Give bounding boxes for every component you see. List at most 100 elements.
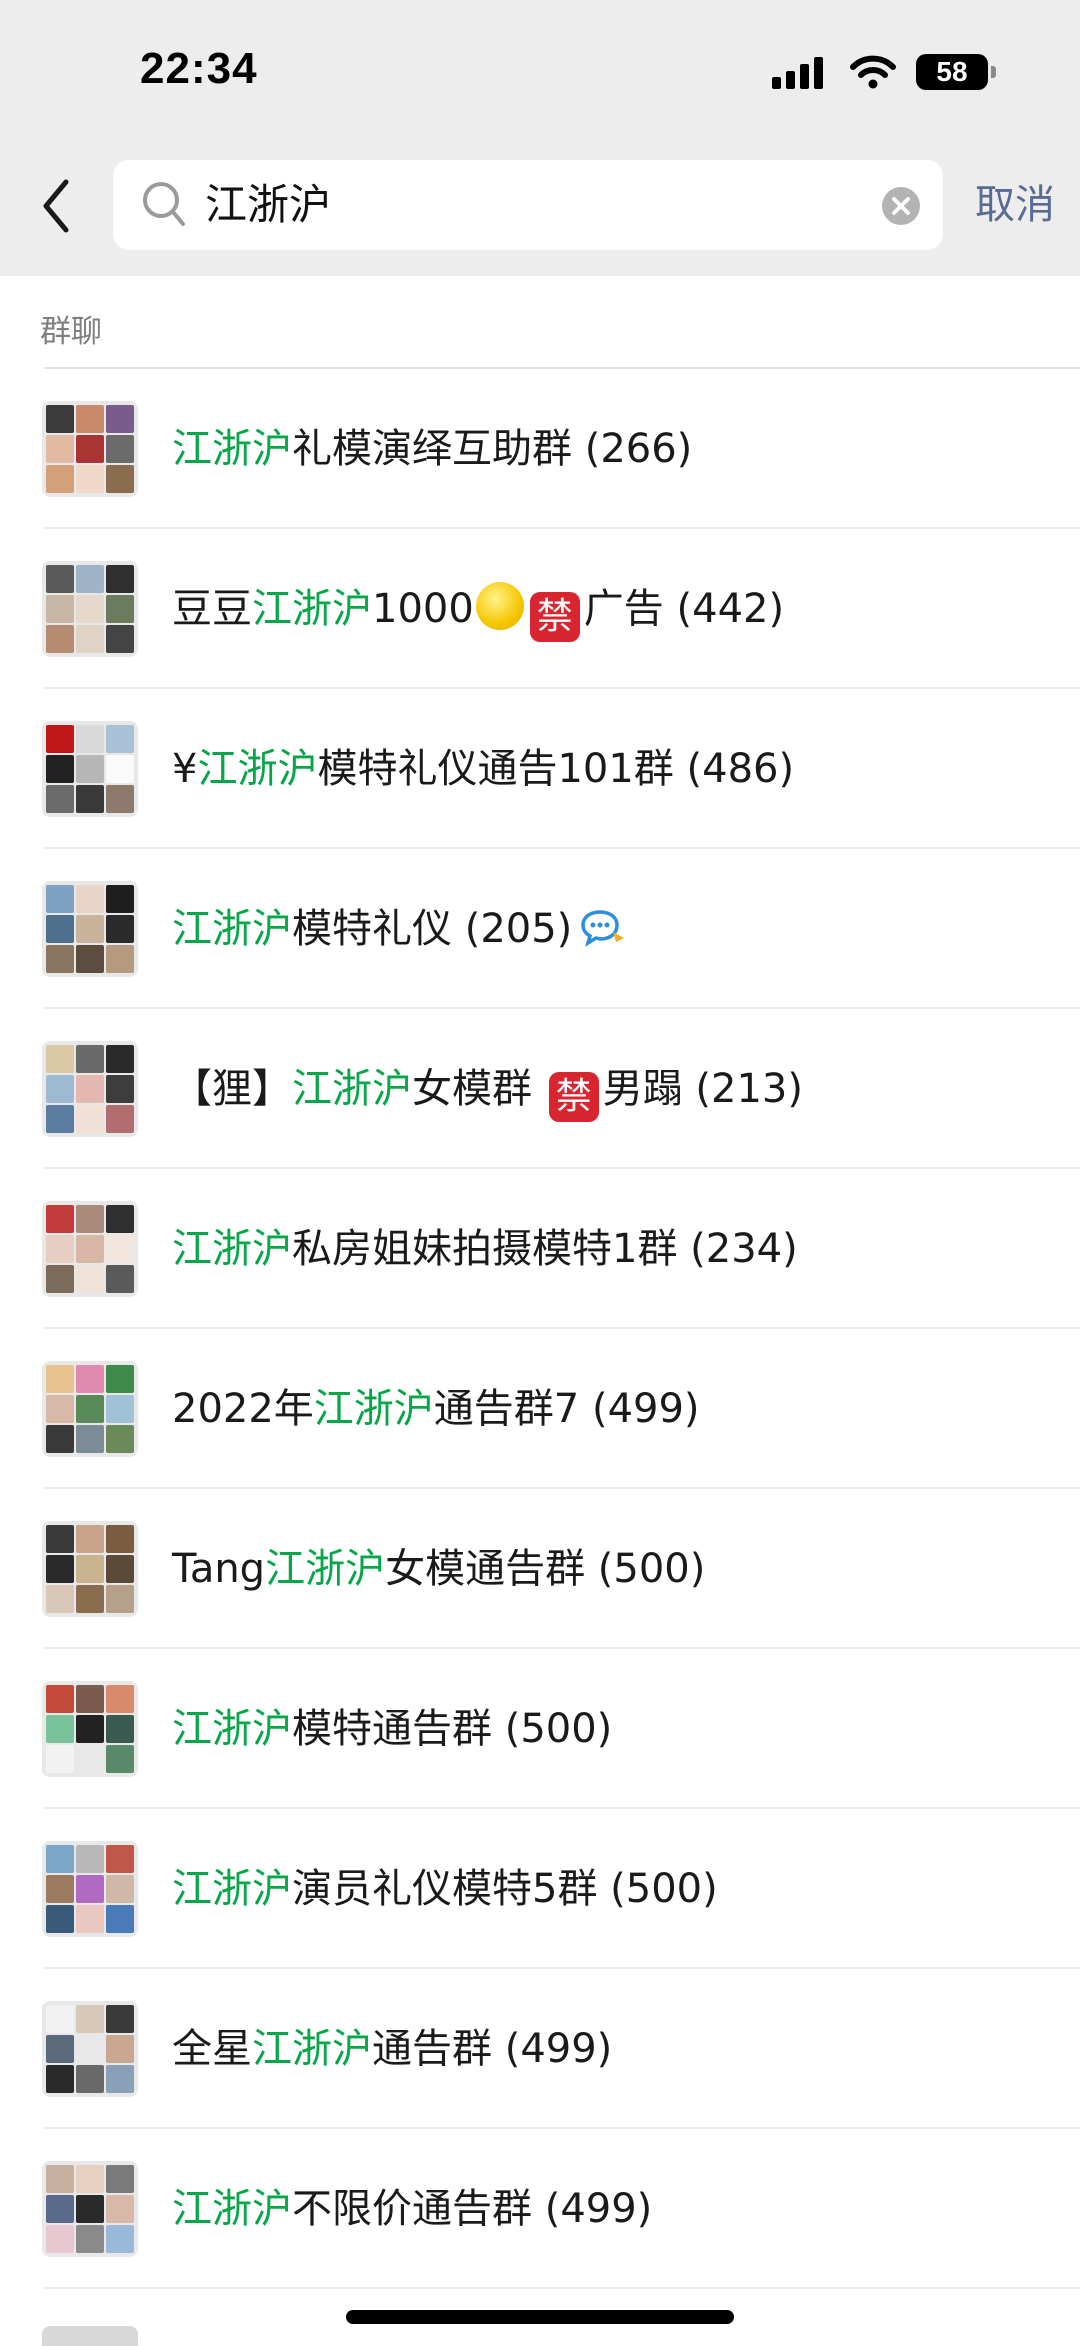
member-avatar-thumb — [46, 725, 74, 753]
member-avatar-thumb — [46, 1585, 74, 1613]
member-avatar-thumb — [46, 2225, 74, 2253]
group-chat-result-item[interactable]: 江浙沪不限价通告群 (499) — [0, 2129, 1080, 2289]
member-avatar-thumb — [76, 1745, 104, 1773]
member-avatar-thumb — [46, 2165, 74, 2193]
member-avatar-thumb — [76, 565, 104, 593]
title-text: 广告 (442) — [583, 586, 785, 632]
group-avatar — [42, 1361, 138, 1457]
status-icons: 58 — [772, 52, 996, 92]
member-avatar-thumb — [76, 625, 104, 653]
search-icon — [143, 182, 185, 226]
group-chat-result-item[interactable]: 江浙沪私房姐妹拍摄模特1群 (234) — [0, 1169, 1080, 1329]
member-avatar-thumb — [106, 595, 134, 623]
group-chat-result-item[interactable]: Tang江浙沪女模通告群 (500) — [0, 1489, 1080, 1649]
group-chat-title: 全星江浙沪通告群 (499) — [172, 2019, 612, 2079]
group-avatar — [42, 1841, 138, 1937]
sun-emoji-icon — [475, 582, 524, 630]
group-chat-result-item[interactable]: 江浙沪模特礼仪 (205) — [0, 849, 1080, 1009]
member-avatar-thumb — [106, 2195, 134, 2223]
search-match-highlight: 江浙沪 — [172, 2186, 292, 2232]
member-avatar-thumb — [106, 565, 134, 593]
group-avatar — [42, 1041, 138, 1137]
member-avatar-thumb — [106, 1045, 134, 1073]
member-avatar-thumb — [46, 2195, 74, 2223]
group-chat-result-item[interactable]: ¥江浙沪模特礼仪通告101群 (486) — [0, 689, 1080, 849]
title-text: 模特礼仪通告101群 (486) — [317, 746, 795, 792]
clear-search-icon[interactable] — [881, 186, 921, 226]
group-chat-result-item[interactable]: 豆豆江浙沪1000 禁广告 (442) — [0, 529, 1080, 689]
group-avatar — [42, 1201, 138, 1297]
status-time: 22:34 — [140, 44, 258, 93]
member-avatar-thumb — [76, 2195, 104, 2223]
title-text: 通告群7 (499) — [433, 1386, 700, 1432]
member-avatar-thumb — [106, 1105, 134, 1133]
section-header-group-chats: 群聊 — [40, 314, 102, 350]
home-indicator[interactable] — [346, 2310, 734, 2324]
search-match-highlight: 江浙沪 — [313, 1386, 434, 1432]
member-avatar-thumb — [106, 1845, 134, 1873]
member-avatar-thumb — [76, 1235, 104, 1263]
title-text: ¥ — [172, 746, 198, 792]
member-avatar-thumb — [46, 1425, 74, 1453]
member-avatar-thumb — [76, 755, 104, 783]
member-avatar-thumb — [46, 1845, 74, 1873]
member-avatar-thumb — [76, 1205, 104, 1233]
member-avatar-thumb — [106, 1585, 134, 1613]
member-avatar-thumb — [46, 1525, 74, 1553]
search-match-highlight: 江浙沪 — [252, 2026, 372, 2072]
member-avatar-thumb — [76, 885, 104, 913]
group-chat-result-item[interactable]: 【狸】江浙沪女模群 禁男蹋 (213) — [0, 1009, 1080, 1169]
group-avatar — [42, 401, 138, 497]
member-avatar-thumb — [46, 1745, 74, 1773]
member-avatar-thumb — [106, 785, 134, 813]
member-avatar-thumb — [106, 885, 134, 913]
back-arrow-icon[interactable] — [36, 176, 76, 236]
search-input[interactable]: 江浙沪 — [113, 160, 943, 250]
top-bar: 22:34 58 江浙沪 取消 — [0, 0, 1080, 276]
group-avatar — [42, 2001, 138, 2097]
title-text: 演员礼仪模特5群 (500) — [292, 1866, 718, 1912]
member-avatar-thumb — [46, 915, 74, 943]
member-avatar-thumb — [76, 2005, 104, 2033]
search-match-highlight: 江浙沪 — [172, 906, 292, 952]
member-avatar-thumb — [106, 1205, 134, 1233]
member-avatar-thumb — [46, 405, 74, 433]
member-avatar-thumb — [76, 1365, 104, 1393]
group-avatar — [42, 2161, 138, 2257]
title-text: 模特通告群 (500) — [292, 1706, 613, 1752]
member-avatar-thumb — [46, 1265, 74, 1293]
member-avatar-thumb — [76, 1845, 104, 1873]
member-avatar-thumb — [106, 1265, 134, 1293]
title-text: 2022年 — [172, 1386, 314, 1432]
group-chat-result-item[interactable]: 江浙沪模特通告群 (500) — [0, 1649, 1080, 1809]
member-avatar-thumb — [46, 945, 74, 973]
group-chat-result-item[interactable]: 江浙沪礼模演绎互助群 (266) — [0, 369, 1080, 529]
member-avatar-thumb — [106, 915, 134, 943]
group-chat-title: Tang江浙沪女模通告群 (500) — [172, 1539, 705, 1599]
member-avatar-thumb — [46, 1555, 74, 1583]
search-match-highlight: 江浙沪 — [172, 1866, 292, 1912]
prohibited-emoji-icon: 禁 — [529, 592, 580, 642]
member-avatar-thumb — [76, 595, 104, 623]
cellular-signal-icon — [772, 55, 828, 89]
search-query[interactable]: 江浙沪 — [205, 178, 331, 232]
group-chat-result-item[interactable]: 2022年江浙沪通告群7 (499) — [0, 1329, 1080, 1489]
member-avatar-thumb — [46, 2065, 74, 2093]
search-match-highlight: 江浙沪 — [292, 1066, 412, 1112]
member-avatar-thumb — [106, 2005, 134, 2033]
title-text: 模特礼仪 (205) — [292, 906, 573, 952]
group-chat-title: 江浙沪模特礼仪 (205) — [172, 899, 628, 959]
group-chat-title: 江浙沪演员礼仪模特5群 (500) — [172, 1859, 718, 1919]
cancel-button[interactable]: 取消 — [975, 178, 1055, 232]
group-chat-title: 江浙沪私房姐妹拍摄模特1群 (234) — [172, 1219, 798, 1279]
member-avatar-thumb — [46, 435, 74, 463]
member-avatar-thumb — [76, 725, 104, 753]
member-avatar-thumb — [76, 1555, 104, 1583]
group-chat-result-item[interactable]: 江浙沪演员礼仪模特5群 (500) — [0, 1809, 1080, 1969]
wifi-icon — [850, 55, 896, 89]
group-chat-title: 【狸】江浙沪女模群 禁男蹋 (213) — [172, 1059, 803, 1122]
group-chat-title: 江浙沪不限价通告群 (499) — [172, 2179, 652, 2239]
member-avatar-thumb — [46, 625, 74, 653]
group-chat-result-item[interactable]: 全星江浙沪通告群 (499) — [0, 1969, 1080, 2129]
member-avatar-thumb — [106, 1395, 134, 1423]
